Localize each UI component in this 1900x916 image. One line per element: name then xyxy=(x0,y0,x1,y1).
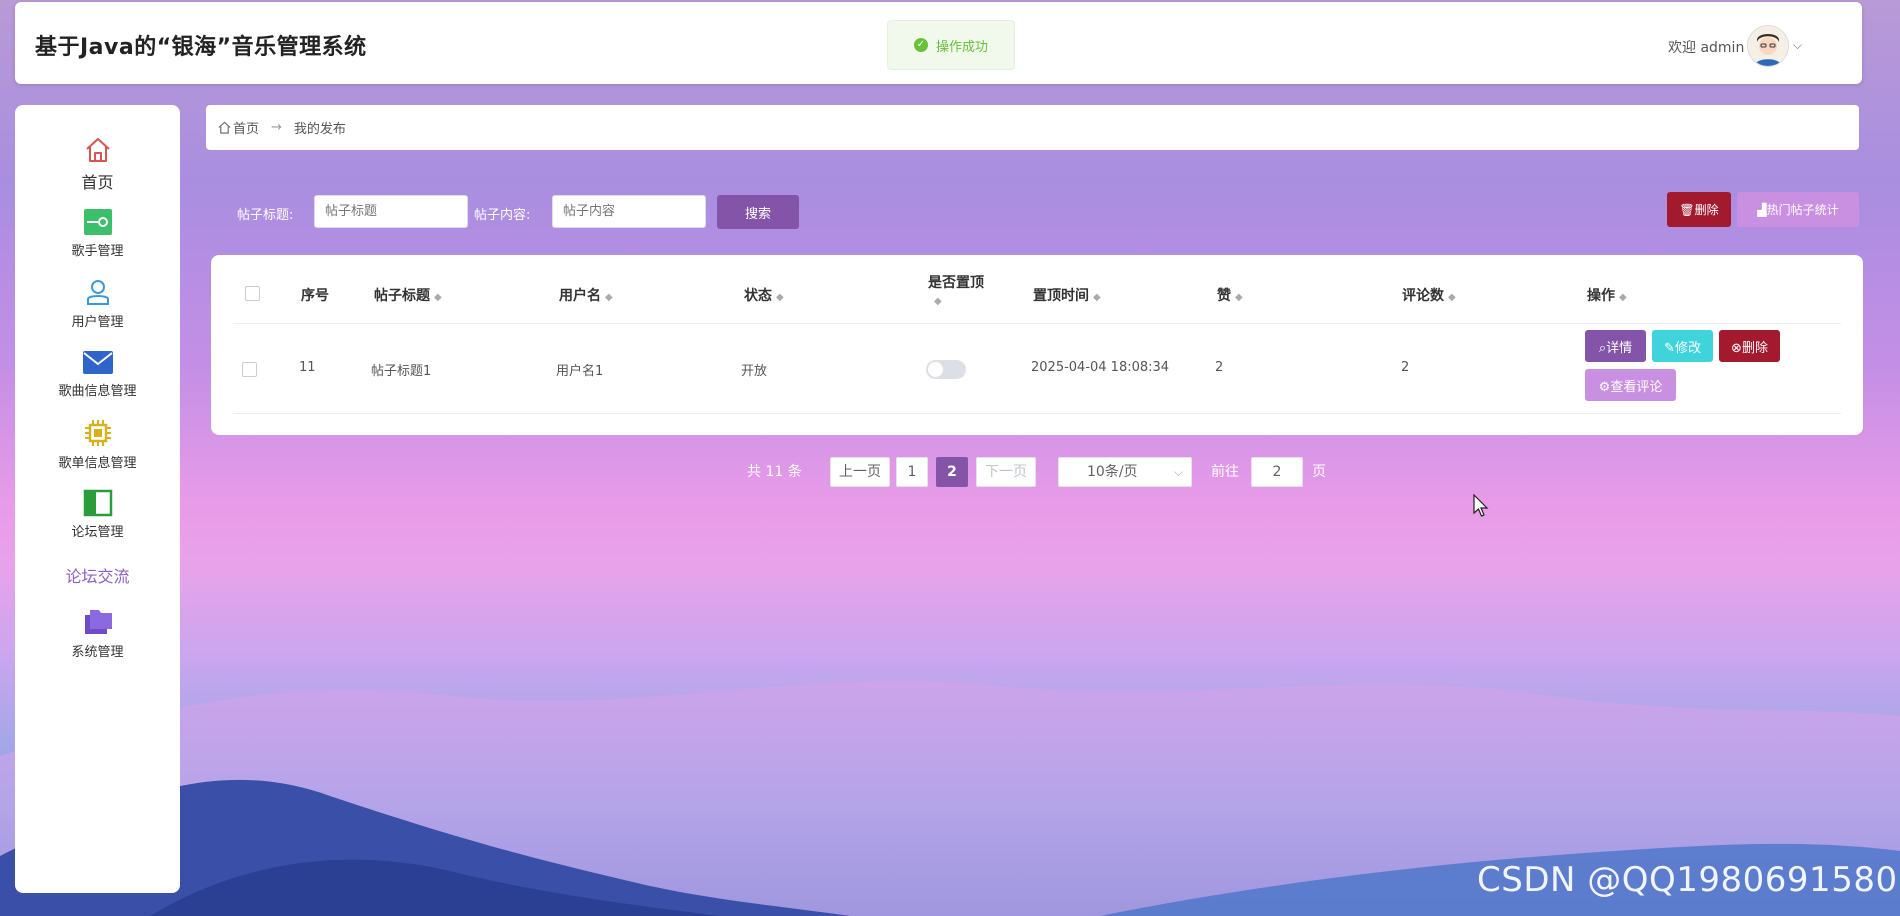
row-checkbox[interactable] xyxy=(242,362,257,377)
toggle-icon xyxy=(83,209,112,235)
sidebar-item-user[interactable]: 用户管理 xyxy=(15,277,180,330)
toast-message: 操作成功 xyxy=(935,39,988,55)
sidebar-item-singer[interactable]: 歌手管理 xyxy=(15,208,180,259)
cell-title: 帖子标题1 xyxy=(371,364,432,379)
column-header-is-top[interactable]: 是否置顶 ◆ xyxy=(928,272,984,307)
breadcrumb-current: 我的发布 xyxy=(293,122,346,137)
sidebar-item-forum[interactable]: 论坛管理 xyxy=(15,489,180,540)
cell-comments: 2 xyxy=(1401,360,1410,375)
check-circle-icon: ✓ xyxy=(913,38,928,52)
is-top-switch[interactable] xyxy=(926,360,966,379)
gear-icon: ⚙ xyxy=(1598,379,1611,395)
mouse-cursor-icon xyxy=(1473,494,1489,517)
goto-page-input[interactable] xyxy=(1251,457,1303,487)
delete-button[interactable]: ⊗删除 xyxy=(1719,330,1780,362)
sort-icon: ◆ xyxy=(434,292,442,303)
sidebar-item-forum-exchange[interactable]: 论坛交流 xyxy=(15,563,180,587)
hot-post-stats-button[interactable]: ▟热门帖子统计 xyxy=(1737,192,1859,227)
page-size-select[interactable]: 10条/页 ⌵ xyxy=(1058,457,1192,487)
sidebar-item-playlist[interactable]: 歌单信息管理 xyxy=(15,418,180,471)
chip-icon xyxy=(84,420,111,446)
post-table: 序号 帖子标题 ◆ 用户名 ◆ 状态 ◆ 是否置顶 ◆ 置顶时间 ◆ 赞 ◆ 评论数 ◆ 操作… xyxy=(211,255,1863,435)
edit-button[interactable]: ✎修改 xyxy=(1652,330,1713,362)
chevron-down-icon[interactable]: ⌵ xyxy=(1793,38,1802,53)
header-divider xyxy=(233,323,1841,324)
content-search-input[interactable] xyxy=(552,195,706,228)
goto-label: 前往 xyxy=(1211,464,1239,480)
cell-index: 11 xyxy=(299,360,316,375)
column-header-actions: 操作 ◆ xyxy=(1587,288,1627,304)
sort-icon: ◆ xyxy=(934,296,942,307)
sort-icon: ◆ xyxy=(1619,292,1627,303)
pagination-total: 共 11 条 xyxy=(747,464,802,480)
home-icon xyxy=(85,138,110,162)
column-header-likes[interactable]: 赞 ◆ xyxy=(1217,285,1243,305)
sidebar-item-song[interactable]: 歌曲信息管理 xyxy=(15,348,180,399)
chevron-down-icon: ⌵ xyxy=(1173,465,1183,479)
cell-status: 开放 xyxy=(741,364,768,379)
batch-delete-button[interactable]: 🗑删除 xyxy=(1667,192,1731,227)
sort-icon: ◆ xyxy=(1093,292,1101,303)
sort-icon: ◆ xyxy=(1235,292,1243,303)
trash-icon: 🗑 xyxy=(1679,203,1695,217)
title-search-label: 帖子标题: xyxy=(237,208,294,223)
column-header-username[interactable]: 用户名 ◆ xyxy=(559,285,613,305)
avatar-face-icon xyxy=(1748,26,1788,66)
home-icon xyxy=(218,121,231,134)
prev-page-button[interactable]: 上一页 xyxy=(830,457,890,487)
close-circle-icon: ⊗ xyxy=(1731,340,1742,356)
sort-icon: ◆ xyxy=(776,292,784,303)
page-2-button[interactable]: 2 xyxy=(936,457,968,487)
page-1-button[interactable]: 1 xyxy=(896,457,928,487)
select-all-checkbox[interactable] xyxy=(245,286,260,301)
cell-top-time: 2025-04-04 18:08:34 xyxy=(1031,360,1170,375)
detail-button[interactable]: ⌕详情 xyxy=(1585,330,1646,362)
sidebar-item-system[interactable]: 系统管理 xyxy=(15,607,180,660)
sort-icon: ◆ xyxy=(1448,292,1456,303)
cell-username: 用户名1 xyxy=(556,364,604,379)
cell-likes: 2 xyxy=(1215,360,1224,375)
column-header-index: 序号 xyxy=(301,288,329,304)
column-header-top-time[interactable]: 置顶时间 ◆ xyxy=(1033,285,1101,305)
edit-icon: ✎ xyxy=(1664,340,1675,356)
column-header-comments[interactable]: 评论数 ◆ xyxy=(1402,285,1456,305)
row-divider xyxy=(233,413,1841,414)
breadcrumb-home[interactable]: 首页 xyxy=(233,118,259,137)
avatar[interactable] xyxy=(1747,25,1789,67)
column-header-status[interactable]: 状态 ◆ xyxy=(744,285,784,305)
chart-icon: ▟ xyxy=(1757,203,1767,217)
app-title: 基于Java的“银海”音乐管理系统 xyxy=(35,35,367,60)
goto-suffix: 页 xyxy=(1312,464,1326,480)
sort-icon: ◆ xyxy=(605,292,613,303)
success-toast: ✓ 操作成功 xyxy=(887,20,1015,70)
top-header: 基于Java的“银海”音乐管理系统 ✓ 操作成功 欢迎 admin ⌵ xyxy=(15,2,1862,84)
user-icon xyxy=(86,280,109,305)
welcome-text: 欢迎 admin xyxy=(1668,40,1745,56)
breadcrumb: 首页 → 我的发布 xyxy=(206,105,1859,150)
column-header-title[interactable]: 帖子标题 ◆ xyxy=(374,285,442,305)
view-comments-button[interactable]: ⚙查看评论 xyxy=(1585,369,1676,401)
title-search-input[interactable] xyxy=(314,195,468,228)
search-button[interactable]: 搜索 xyxy=(717,195,799,229)
panel-icon xyxy=(83,489,112,517)
content-search-label: 帖子内容: xyxy=(474,208,531,223)
folder-icon xyxy=(84,610,112,634)
watermark: CSDN @QQ1980691580 xyxy=(1477,860,1898,900)
sidebar: 首页 歌手管理 用户管理 歌曲信息管理 歌单信息管理 论坛管理 论坛交流 系统管… xyxy=(15,105,180,893)
envelope-icon xyxy=(82,351,113,374)
breadcrumb-separator: → xyxy=(271,120,282,135)
sidebar-item-home[interactable]: 首页 xyxy=(15,135,180,193)
next-page-button[interactable]: 下一页 xyxy=(976,457,1036,487)
